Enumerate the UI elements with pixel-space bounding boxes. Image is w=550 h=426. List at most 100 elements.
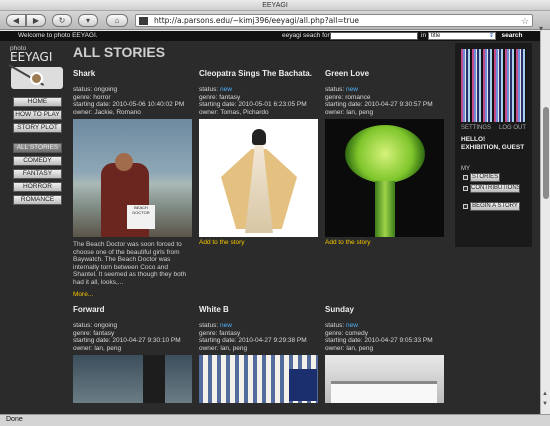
story-meta: status: new genre: fantasy starting date… bbox=[199, 322, 319, 352]
story-status: new bbox=[345, 86, 358, 93]
story-owner: owner: lan, peng bbox=[73, 344, 122, 352]
nav-romance[interactable]: ROMANCE bbox=[13, 195, 62, 205]
story-status: ongoing bbox=[93, 86, 118, 93]
scroll-down-icon[interactable]: ▼ bbox=[542, 401, 548, 407]
story-owner: owner: Tomas, Pichardo bbox=[199, 108, 269, 116]
story-meta: status: new genre: romance starting date… bbox=[325, 86, 445, 116]
story-card: Sunday status: new genre: comedy startin… bbox=[325, 305, 445, 403]
page-title: ALL STORIES bbox=[73, 44, 166, 60]
story-genre: genre: romance bbox=[325, 93, 371, 101]
my-contributions-button[interactable]: CONTRIBUTIONS bbox=[470, 184, 521, 193]
begin-checkbox[interactable] bbox=[463, 204, 468, 209]
story-card: Shark status: ongoing genre: horror star… bbox=[73, 69, 193, 298]
add-to-story-link[interactable]: Add to the story bbox=[199, 239, 319, 246]
story-genre: genre: fantasy bbox=[73, 329, 115, 337]
search-button[interactable]: search bbox=[498, 32, 526, 40]
home-icon[interactable]: ⌂ bbox=[106, 14, 128, 27]
nav-all-stories[interactable]: ALL STORIES bbox=[13, 143, 62, 153]
more-link[interactable]: More... bbox=[73, 291, 193, 298]
story-title[interactable]: Shark bbox=[73, 69, 193, 78]
bookmark-star-icon[interactable]: ☆ bbox=[521, 15, 529, 27]
my-label: MY bbox=[461, 166, 470, 172]
web-page: Welcome to photo EEYAGI. eeyagi seach fo… bbox=[0, 31, 540, 414]
story-card: White B status: new genre: fantasy start… bbox=[199, 305, 319, 403]
story-owner: owner: lan, peng bbox=[325, 108, 374, 116]
story-start: starting date: 2010-04-27 9:29:38 PM bbox=[199, 337, 307, 344]
nav-how-to-play[interactable]: HOW TO PLAY bbox=[13, 110, 62, 120]
story-title[interactable]: Green Love bbox=[325, 69, 445, 78]
site-logo[interactable]: photo EEYAGI bbox=[8, 45, 66, 93]
story-title[interactable]: Cleopatra Sings The Bachata. bbox=[199, 69, 319, 78]
story-owner: owner: lan, peng bbox=[199, 344, 248, 352]
logo-big-text: EEYAGI bbox=[10, 50, 53, 64]
dropdown-icon[interactable]: ▾ bbox=[78, 14, 98, 27]
status-text: Done bbox=[6, 416, 23, 423]
user-name: EXHIBITION, GUEST bbox=[461, 143, 525, 151]
story-title[interactable]: White B bbox=[199, 305, 319, 314]
scroll-up-icon[interactable]: ▲ bbox=[542, 391, 548, 397]
contributions-checkbox[interactable] bbox=[463, 186, 468, 191]
browser-toolbar: ◀ ▶ ↻ ▾ ⌂ http://a.parsons.edu/~kimj396/… bbox=[0, 11, 550, 33]
camera-icon bbox=[8, 64, 63, 89]
story-card: Cleopatra Sings The Bachata. status: new… bbox=[199, 69, 319, 246]
story-status: new bbox=[219, 86, 232, 93]
add-to-story-link[interactable]: Add to the story bbox=[325, 239, 445, 246]
scrollbar-thumb[interactable] bbox=[543, 107, 549, 199]
welcome-text: Welcome to photo EEYAGI. bbox=[18, 32, 98, 39]
story-status: new bbox=[219, 322, 232, 329]
story-meta: status: new genre: comedy starting date:… bbox=[325, 322, 445, 352]
top-strip: Welcome to photo EEYAGI. eeyagi seach fo… bbox=[0, 31, 540, 41]
favicon-icon bbox=[139, 17, 148, 25]
story-start: starting date: 2010-04-27 9:30:57 PM bbox=[325, 101, 433, 108]
my-stories-button[interactable]: STORIES bbox=[470, 173, 500, 182]
story-image[interactable] bbox=[325, 119, 444, 237]
reload-icon[interactable]: ↻ bbox=[52, 14, 72, 27]
forward-arrow-icon[interactable]: ▶ bbox=[26, 14, 46, 27]
story-start: starting date: 2010-04-27 9:30:10 PM bbox=[73, 337, 181, 344]
nav-home[interactable]: HOME bbox=[13, 97, 62, 107]
greeting: HELLO! EXHIBITION, GUEST bbox=[461, 136, 524, 151]
panel-links: SETTINGS LOG OUT bbox=[461, 125, 526, 131]
story-status: ongoing bbox=[93, 322, 118, 329]
story-meta: status: ongoing genre: fantasy starting … bbox=[73, 322, 193, 352]
story-owner: owner: lan, peng bbox=[325, 344, 374, 352]
story-card: Green Love status: new genre: romance st… bbox=[325, 69, 445, 246]
search-field-select[interactable]: title ⇕ bbox=[428, 32, 496, 40]
story-genre: genre: comedy bbox=[325, 329, 368, 337]
story-image[interactable] bbox=[325, 355, 444, 403]
hello-text: HELLO! bbox=[461, 136, 486, 143]
story-title[interactable]: Sunday bbox=[325, 305, 445, 314]
story-genre: genre: fantasy bbox=[199, 93, 241, 101]
story-start: starting date: 2010-05-06 10:40:02 PM bbox=[73, 101, 185, 108]
avatar bbox=[461, 49, 526, 122]
nav-fantasy[interactable]: FANTASY bbox=[13, 169, 62, 179]
story-start: starting date: 2010-04-27 9:05:33 PM bbox=[325, 337, 433, 344]
story-meta: status: ongoing genre: horror starting d… bbox=[73, 86, 193, 116]
back-arrow-icon[interactable]: ◀ bbox=[6, 14, 26, 27]
story-meta: status: new genre: fantasy starting date… bbox=[199, 86, 319, 116]
search-label: eeyagi seach for: bbox=[282, 32, 332, 39]
story-image[interactable] bbox=[73, 355, 192, 403]
story-image[interactable] bbox=[199, 119, 318, 237]
vertical-scrollbar[interactable]: ▲ ▼ bbox=[540, 31, 550, 414]
story-image[interactable] bbox=[199, 355, 318, 403]
logout-link[interactable]: LOG OUT bbox=[499, 125, 526, 131]
nav-story-plot[interactable]: STORY PLOT bbox=[13, 123, 62, 133]
search-field-value: title bbox=[431, 33, 441, 39]
story-description: The Beach Doctor was soon forced to choo… bbox=[73, 241, 187, 286]
address-bar[interactable]: http://a.parsons.edu/~kimj396/eeyagi/all… bbox=[135, 14, 533, 27]
nav-comedy[interactable]: COMEDY bbox=[13, 156, 62, 166]
story-status: new bbox=[345, 322, 358, 329]
begin-story-button[interactable]: BEGIN A STORY bbox=[470, 202, 520, 211]
nav-horror[interactable]: HORROR bbox=[13, 182, 62, 192]
story-start: starting date: 2010-05-01 6:23:05 PM bbox=[199, 101, 307, 108]
settings-link[interactable]: SETTINGS bbox=[461, 125, 491, 131]
window-title: EEYAGI bbox=[0, 0, 550, 11]
story-title[interactable]: Forward bbox=[73, 305, 193, 314]
search-input[interactable] bbox=[330, 32, 418, 40]
story-image[interactable]: BEACH DOCTOR bbox=[73, 119, 192, 237]
in-label: in bbox=[421, 32, 427, 39]
story-genre: genre: horror bbox=[73, 93, 111, 101]
select-arrows-icon: ⇕ bbox=[488, 33, 494, 39]
stories-checkbox[interactable] bbox=[463, 175, 468, 180]
